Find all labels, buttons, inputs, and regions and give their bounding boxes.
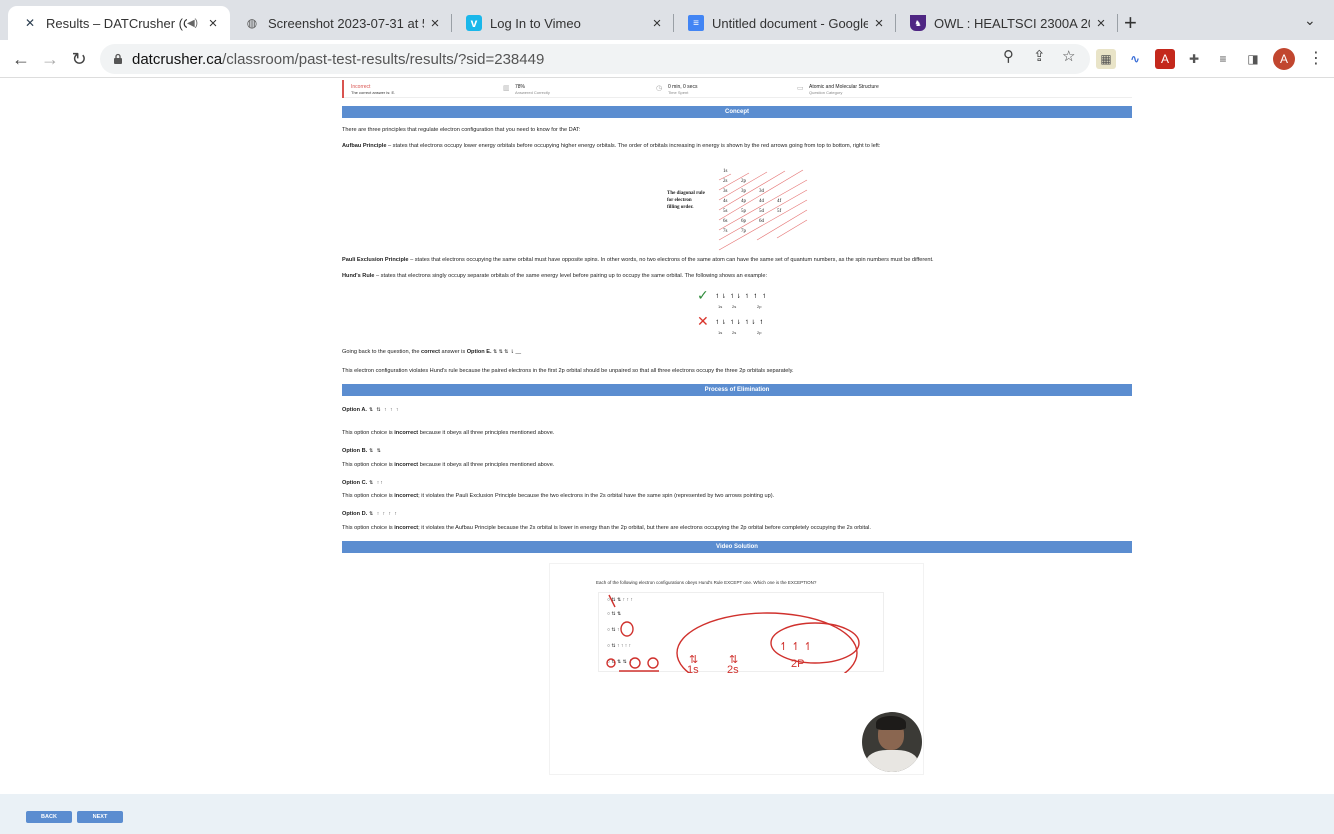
url-text: datcrusher.ca/classroom/past-test-result… — [132, 50, 545, 68]
elimination-header: Process of Elimination — [342, 384, 1132, 396]
option-b-explanation: This option choice is incorrect because … — [342, 462, 555, 468]
diagram-caption: The diagonal rule for electron filling o… — [667, 191, 705, 210]
svg-text:↿ ↿ ↿: ↿ ↿ ↿ — [779, 641, 813, 653]
video-question-text: Each of the following electron configura… — [596, 580, 817, 585]
pdf-extension-icon[interactable]: A — [1155, 49, 1175, 69]
calendar-icon: ▭ — [797, 85, 804, 92]
option-c-explanation: This option choice is incorrect; it viol… — [342, 493, 775, 499]
svg-text:○ ⇅ ⇅: ○ ⇅ ⇅ — [607, 611, 621, 617]
result-status-bar: Incorrect The correct answer is: E. ▥ 78… — [342, 80, 1132, 98]
media-control-icon[interactable]: ≡ — [1213, 49, 1233, 69]
bar-chart-icon: ▥ — [503, 85, 510, 92]
svg-text:○ ⇅ ↑↑: ○ ⇅ ↑↑ — [607, 627, 622, 633]
violation-paragraph: This electron configuration violates Hun… — [342, 368, 794, 374]
cross-icon: ✕ — [697, 313, 709, 329]
back-arrow-icon[interactable]: ← — [8, 46, 34, 72]
wave-extension-icon[interactable]: ∿ — [1125, 49, 1145, 69]
datcrusher-icon: ✕ — [24, 16, 36, 30]
close-tab-icon[interactable]: × — [424, 15, 446, 32]
vimeo-icon: v — [466, 15, 482, 31]
close-tab-icon[interactable]: × — [202, 15, 224, 32]
tab-title: OWL : HEALTSCI 2300A 200 S — [934, 15, 1090, 31]
percent-correct: ▥ 78% Answered Correctly — [503, 84, 550, 95]
option-a-explanation: This option choice is incorrect because … — [342, 430, 555, 436]
incorrect-indicator — [342, 80, 344, 98]
hund-correct-example: ✓ ↿⇂ ↿⇂ ↿ ↿ ↿ 1s 2s 2p — [697, 287, 768, 309]
tab-separator — [1117, 14, 1118, 32]
puzzle-extensions-icon[interactable]: ✚ — [1184, 49, 1204, 69]
tab-results[interactable]: ✕ Results – DATCrusher (Can ◀) × — [8, 6, 230, 40]
svg-text:1s: 1s — [687, 664, 699, 673]
tab-title: Untitled document - Google Do — [712, 15, 868, 31]
tab-screenshot[interactable]: ◍ Screenshot 2023-07-31 at 5.0 × — [230, 6, 452, 40]
svg-text:2s: 2s — [727, 664, 739, 673]
instructor-webcam — [862, 712, 922, 772]
video-player[interactable]: Each of the following electron configura… — [549, 563, 924, 775]
back-button[interactable]: BACK — [26, 811, 72, 823]
video-solution-header: Video Solution — [342, 541, 1132, 553]
tab-owl[interactable]: ♞ OWL : HEALTSCI 2300A 200 S × — [896, 6, 1118, 40]
new-tab-button[interactable]: + — [1124, 10, 1137, 36]
diagonal-arrows — [718, 169, 808, 251]
forward-arrow-icon[interactable]: → — [37, 46, 63, 72]
close-tab-icon[interactable]: × — [646, 15, 668, 32]
svg-text:○ ⇅ ⇅ ⇅ ⇂: ○ ⇅ ⇅ ⇅ ⇂ — [607, 659, 632, 665]
browser-toolbar: ← → ↻ datcrusher.ca/classroom/past-test-… — [0, 40, 1334, 78]
more-menu-icon[interactable]: ⋮ — [1308, 48, 1324, 68]
svg-text:2P: 2P — [791, 658, 804, 670]
google-docs-icon: ≡ — [688, 15, 704, 31]
concept-intro: There are three principles that regulate… — [342, 127, 581, 133]
question-category: ▭ Atomic and Molecular Structure Questio… — [797, 84, 879, 95]
page-content: Incorrect The correct answer is: E. ▥ 78… — [0, 78, 1334, 794]
whiteboard-drawing: ○ ⇅ ⇅ ↑ ↑ ↑ ○ ⇅ ⇅ ○ ⇅ ↑↑ ○ ⇅ ↑ ↑ ↑ ↑ ○ ⇅… — [606, 594, 860, 694]
pauli-paragraph: Pauli Exclusion Principle – states that … — [342, 257, 934, 263]
side-panel-icon[interactable]: ◨ — [1243, 49, 1263, 69]
profile-avatar[interactable]: A — [1273, 48, 1295, 70]
tab-bar: ✕ Results – DATCrusher (Can ◀) × ◍ Scree… — [0, 0, 1334, 40]
calendar-extension-icon[interactable]: ▦ — [1096, 49, 1116, 69]
zoom-icon[interactable]: ⚲ — [1003, 47, 1014, 65]
footer-nav: BACK NEXT — [0, 794, 1334, 834]
checkmark-icon: ✓ — [697, 287, 709, 303]
tab-title: Results – DATCrusher (Can — [46, 15, 187, 31]
share-icon[interactable]: ⇪ — [1033, 47, 1046, 65]
option-c-label: Option C. ⇅ ↑↑ — [342, 480, 384, 486]
tab-title: Screenshot 2023-07-31 at 5.0 — [268, 15, 424, 31]
close-tab-icon[interactable]: × — [868, 15, 890, 32]
bookmark-star-icon[interactable]: ☆ — [1062, 47, 1075, 65]
tab-vimeo[interactable]: v Log In to Vimeo × — [452, 6, 674, 40]
address-bar[interactable]: datcrusher.ca/classroom/past-test-result… — [100, 44, 1090, 74]
clock-icon: ◷ — [656, 85, 663, 92]
whiteboard-area: ○ ⇅ ⇅ ↑ ↑ ↑ ○ ⇅ ⇅ ○ ⇅ ↑↑ ○ ⇅ ↑ ↑ ↑ ↑ ○ ⇅… — [598, 592, 884, 694]
reload-icon[interactable]: ↻ — [66, 46, 92, 72]
time-spent: ◷ 0 min, 0 secs Time Spent — [656, 84, 698, 95]
speaker-icon: ◀) — [186, 17, 198, 29]
option-b-label: Option B. ⇅ ⇅ — [342, 448, 382, 454]
result-status: Incorrect The correct answer is: E. — [351, 84, 396, 95]
aufbau-paragraph: Aufbau Principle – states that electrons… — [342, 143, 881, 149]
tab-google-doc[interactable]: ≡ Untitled document - Google Do × — [674, 6, 896, 40]
option-d-label: Option D. ⇅ ↑ ↑ ↑ ↑ — [342, 511, 398, 517]
option-d-explanation: This option choice is incorrect; it viol… — [342, 525, 871, 531]
globe-icon: ◍ — [246, 16, 258, 30]
chevron-down-icon[interactable]: ⌄ — [1304, 12, 1316, 29]
close-tab-icon[interactable]: × — [1090, 15, 1112, 32]
hund-incorrect-example: ✕ ↿⇂ ↿⇂ ↿⇂ ↿ 1s 2s 2p — [697, 313, 766, 335]
lock-icon — [114, 53, 122, 64]
hund-paragraph: Hund's Rule – states that electrons sing… — [342, 273, 768, 279]
next-button[interactable]: NEXT — [77, 811, 123, 823]
owl-shield-icon: ♞ — [910, 15, 926, 31]
tab-title: Log In to Vimeo — [490, 15, 581, 31]
diagonal-rule-diagram: The diagonal rule for electron filling o… — [667, 160, 812, 252]
option-a-label: Option A. ⇅ ⇅ ↑ ↑ ↑ — [342, 407, 400, 413]
svg-text:○ ⇅ ↑ ↑ ↑ ↑: ○ ⇅ ↑ ↑ ↑ ↑ — [607, 643, 631, 649]
concept-header: Concept — [342, 106, 1132, 118]
going-back-paragraph: Going back to the question, the correct … — [342, 349, 522, 355]
